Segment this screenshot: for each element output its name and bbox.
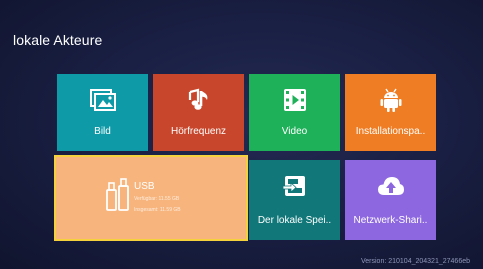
tile-installationspaket[interactable]: Installationspa.. [345, 74, 436, 151]
tile-lokaler-speicher[interactable]: Der lokale Spei.. [249, 160, 340, 240]
local-storage-icon [282, 174, 308, 198]
tile-bild-label: Bild [94, 126, 111, 137]
tile-installationspaket-label: Installationspa.. [355, 126, 426, 137]
tile-lokaler-speicher-label: Der lokale Spei.. [257, 215, 332, 226]
usb-drive-icon [104, 178, 130, 217]
tile-video-label: Video [281, 126, 308, 137]
tile-video[interactable]: Video [249, 74, 340, 151]
music-note-icon [186, 88, 212, 112]
tile-netzwerk-sharing-label: Netzwerk-Shari.. [353, 215, 428, 226]
tile-usb[interactable]: USB Verfügbar: 11.55 GB Insgesamt: 11.59… [54, 155, 248, 241]
android-icon [379, 88, 403, 112]
usb-available: Verfügbar: 11.55 GB [134, 196, 180, 202]
tile-hoerfrequenz[interactable]: Hörfrequenz [153, 74, 244, 151]
image-icon [89, 88, 116, 112]
tile-bild[interactable]: Bild [57, 74, 148, 151]
film-play-icon [283, 88, 307, 112]
home-screen: lokale Akteure Bild Hörfrequenz Video In… [0, 0, 483, 269]
page-title: lokale Akteure [13, 32, 103, 48]
usb-info: USB Verfügbar: 11.55 GB Insgesamt: 11.59… [134, 181, 181, 214]
tile-hoerfrequenz-label: Hörfrequenz [170, 126, 227, 137]
version-text: Version: 210104_204321_27466eb [361, 258, 470, 265]
usb-total: Insgesamt: 11.59 GB [134, 207, 181, 213]
cloud-upload-icon [377, 174, 405, 198]
usb-label: USB [134, 181, 155, 192]
tile-netzwerk-sharing[interactable]: Netzwerk-Shari.. [345, 160, 436, 240]
